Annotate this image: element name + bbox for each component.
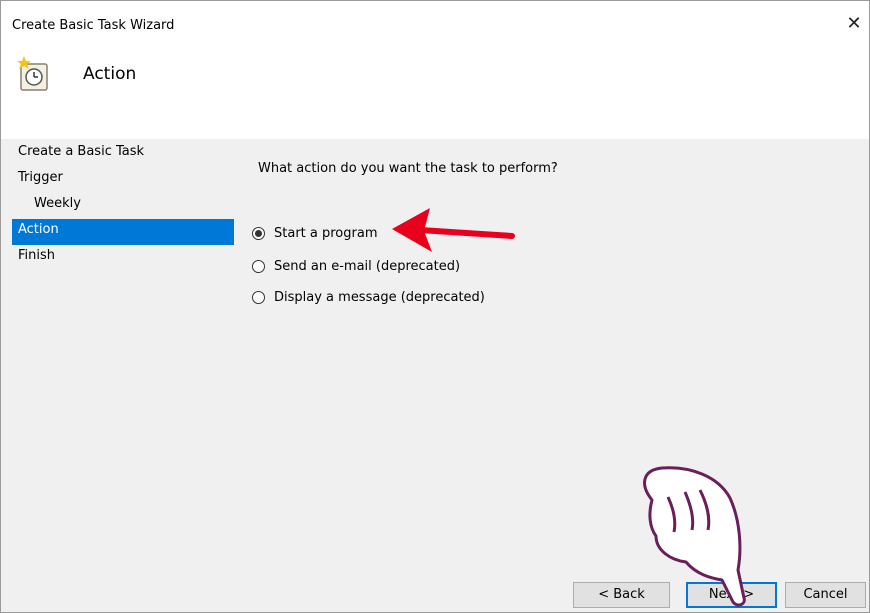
back-button[interactable]: < Back <box>573 582 670 608</box>
step-weekly: Weekly <box>34 196 81 211</box>
next-button[interactable]: Next > <box>686 582 777 608</box>
step-trigger: Trigger <box>18 170 63 185</box>
display-message-radio[interactable] <box>252 290 265 304</box>
wizard-header: Create Basic Task Wizard ✕ Action <box>1 1 869 139</box>
display-message-label: Display a message (deprecated) <box>274 289 485 305</box>
start-program-radio[interactable] <box>252 226 265 240</box>
send-email-radio[interactable] <box>252 259 265 273</box>
option-display-message[interactable]: Display a message (deprecated) <box>252 287 485 307</box>
option-start-program[interactable]: Start a program <box>252 223 377 243</box>
step-action: Action <box>12 219 234 245</box>
page-heading: Action <box>83 64 137 84</box>
step-finish: Finish <box>18 248 56 263</box>
option-send-email[interactable]: Send an e-mail (deprecated) <box>252 256 460 276</box>
close-button[interactable]: ✕ <box>839 11 869 37</box>
send-email-label: Send an e-mail (deprecated) <box>274 258 461 274</box>
wizard-window: Create Basic Task Wizard ✕ Action Create… <box>0 0 870 613</box>
wizard-step-list: Create a Basic Task Trigger Weekly Actio… <box>12 141 234 271</box>
start-program-label: Start a program <box>274 225 378 241</box>
step-create-basic-task: Create a Basic Task <box>18 144 145 159</box>
window-title: Create Basic Task Wizard <box>12 18 175 33</box>
scheduled-task-clock-icon <box>17 56 48 91</box>
cancel-button[interactable]: Cancel <box>785 582 866 608</box>
action-question: What action do you want the task to perf… <box>258 161 558 176</box>
